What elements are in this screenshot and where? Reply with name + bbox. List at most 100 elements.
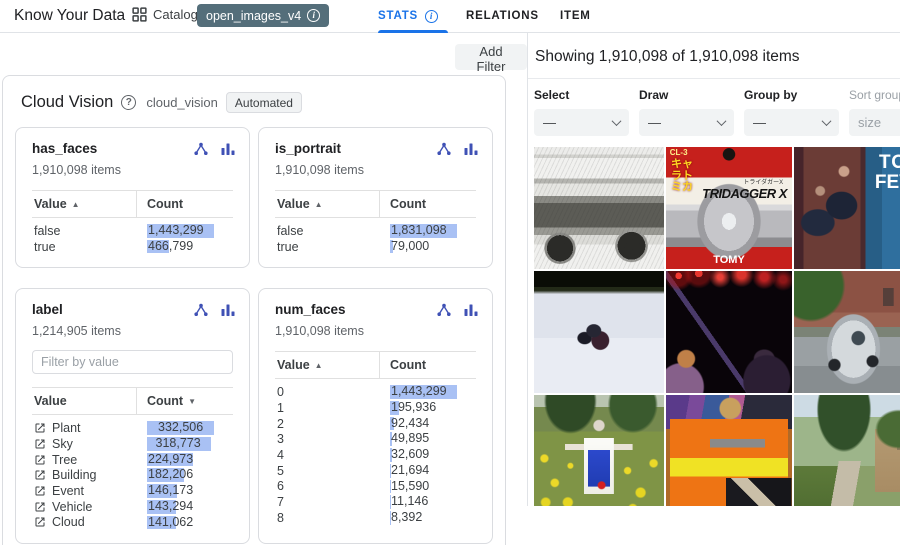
tab-relations[interactable]: RELATIONS (466, 0, 539, 32)
dataset-chip-label: open_images_v4 (206, 9, 301, 23)
count-column-header[interactable]: Count▼ (136, 388, 233, 414)
count-column-header[interactable]: Count (379, 352, 476, 378)
value-cell: 4 (275, 448, 379, 462)
table-row: Tree224,973 (32, 452, 233, 468)
card-icons (193, 302, 236, 318)
scatter-plot-icon[interactable] (436, 302, 452, 318)
open-in-new-icon (34, 485, 46, 497)
value-cell[interactable]: Plant (32, 421, 136, 435)
card-item-count: 1,910,098 items (275, 163, 476, 177)
value-cell[interactable]: Sky (32, 437, 136, 451)
value-cell[interactable]: Cloud (32, 515, 136, 529)
app-title: Know Your Data (14, 7, 125, 25)
count-value: 92,434 (390, 416, 433, 432)
value-column-header[interactable]: Value (32, 388, 136, 414)
filter-by-value-input[interactable] (32, 350, 233, 374)
stat-table: Value▲ Count false1,831,098true79,000 (275, 190, 476, 254)
grid-image-cyclists[interactable]: TOFEV (794, 147, 900, 269)
value-cell[interactable]: Event (32, 484, 136, 498)
count-cell: 1,443,299 (137, 223, 233, 239)
grid-image-concert[interactable] (666, 271, 792, 393)
table-row: true466,799 (32, 239, 233, 255)
stat-card-is_portrait: is_portrait 1,910,098 items Val (258, 127, 493, 268)
count-cell: 141,062 (137, 515, 233, 531)
scatter-plot-icon[interactable] (193, 141, 209, 157)
card-icons (193, 141, 236, 157)
value-cell[interactable]: Tree (32, 453, 136, 467)
selected-value: size (858, 115, 881, 130)
value-cell: 7 (275, 495, 379, 509)
table-header: Value▲ Count (275, 351, 476, 379)
photo-text: TOMY (713, 255, 745, 267)
card-item-count: 1,910,098 items (32, 163, 233, 177)
count-cell: 332,506 (137, 420, 233, 436)
bar-chart-icon[interactable] (463, 141, 479, 157)
info-icon: i (307, 9, 320, 22)
bar-chart-icon[interactable] (220, 302, 236, 318)
card-item-count: 1,910,098 items (275, 324, 476, 338)
table-row: Event146,173 (32, 483, 233, 499)
dropdown-select[interactable]: — (534, 109, 629, 136)
dataset-chip[interactable]: open_images_v4 i (197, 4, 329, 27)
control-select: Select— (534, 88, 629, 136)
scatter-plot-icon[interactable] (436, 141, 452, 157)
count-cell: 224,973 (137, 452, 233, 468)
value-cell[interactable]: Vehicle (32, 500, 136, 514)
tab-stats-label: STATS (378, 10, 418, 22)
value-column-header[interactable]: Value▲ (275, 352, 379, 378)
section-subtitle: cloud_vision (146, 95, 218, 110)
grid-image-scarecrow[interactable] (534, 395, 664, 506)
scatter-plot-icon[interactable] (193, 302, 209, 318)
bar-chart-icon[interactable] (463, 302, 479, 318)
count-cell: 466,799 (137, 239, 233, 255)
table-row: Cloud 141,062 (32, 515, 233, 531)
value-cell: true (32, 240, 136, 254)
table-header: Value▲ Count (32, 190, 233, 218)
cloud-vision-header: Cloud Vision ? cloud_vision Automated (3, 76, 505, 127)
count-cell: 1,831,098 (380, 223, 476, 239)
tab-stats[interactable]: STATS i (378, 0, 438, 32)
selected-value: — (753, 115, 766, 130)
count-cell: 11,146 (380, 494, 476, 510)
chevron-down-icon (717, 116, 727, 126)
table-body: false1,443,299true466,799 (32, 218, 233, 254)
photo-text: CL-3 (670, 149, 688, 157)
grid-image-garden[interactable] (794, 395, 900, 506)
dropdown-select[interactable]: — (744, 109, 839, 136)
add-filter-button[interactable]: Add Filter (455, 44, 527, 70)
grid-image-engraving[interactable] (534, 147, 664, 269)
table-row: 292,434 (275, 416, 476, 432)
count-value: 141,062 (147, 515, 197, 531)
sort-arrow-icon: ▲ (315, 200, 323, 209)
catalog-button[interactable]: Catalog (132, 7, 198, 22)
grid-image-snowtube[interactable] (534, 271, 664, 393)
photo-text: TO (879, 153, 900, 173)
count-cell: 21,694 (380, 463, 476, 479)
help-icon[interactable]: ? (121, 95, 136, 110)
grid-image-hivis[interactable] (666, 395, 792, 506)
grid-image-toy[interactable]: CL-3キャラトミカトライダガーXTRIDAGGER XTOMY (666, 147, 792, 269)
count-column-header[interactable]: Count (136, 191, 233, 217)
bar-chart-icon[interactable] (220, 141, 236, 157)
value-column-header[interactable]: Value▲ (32, 191, 136, 217)
table-header: Value Count▼ (32, 387, 233, 415)
value-cell: false (32, 224, 136, 238)
table-row: 521,694 (275, 463, 476, 479)
info-icon[interactable]: i (425, 10, 438, 23)
tab-item[interactable]: ITEM (560, 0, 591, 32)
count-value: 49,895 (390, 431, 433, 447)
value-cell: 3 (275, 432, 379, 446)
table-row: false1,831,098 (275, 223, 476, 239)
table-body: 01,443,2991195,936292,434349,895432,6095… (275, 379, 476, 525)
table-row: 7 11,146 (275, 494, 476, 510)
dropdown-select[interactable]: — (639, 109, 734, 136)
value-cell[interactable]: Building (32, 468, 136, 482)
count-value: 11,146 (390, 494, 432, 510)
chevron-down-icon (822, 116, 832, 126)
value-column-header[interactable]: Value▲ (275, 191, 379, 217)
table-row: Vehicle143,294 (32, 499, 233, 515)
active-tab-indicator (378, 30, 448, 33)
grid-image-car[interactable] (794, 271, 900, 393)
count-column-header[interactable]: Count (379, 191, 476, 217)
count-cell: 1,443,299 (380, 384, 476, 400)
